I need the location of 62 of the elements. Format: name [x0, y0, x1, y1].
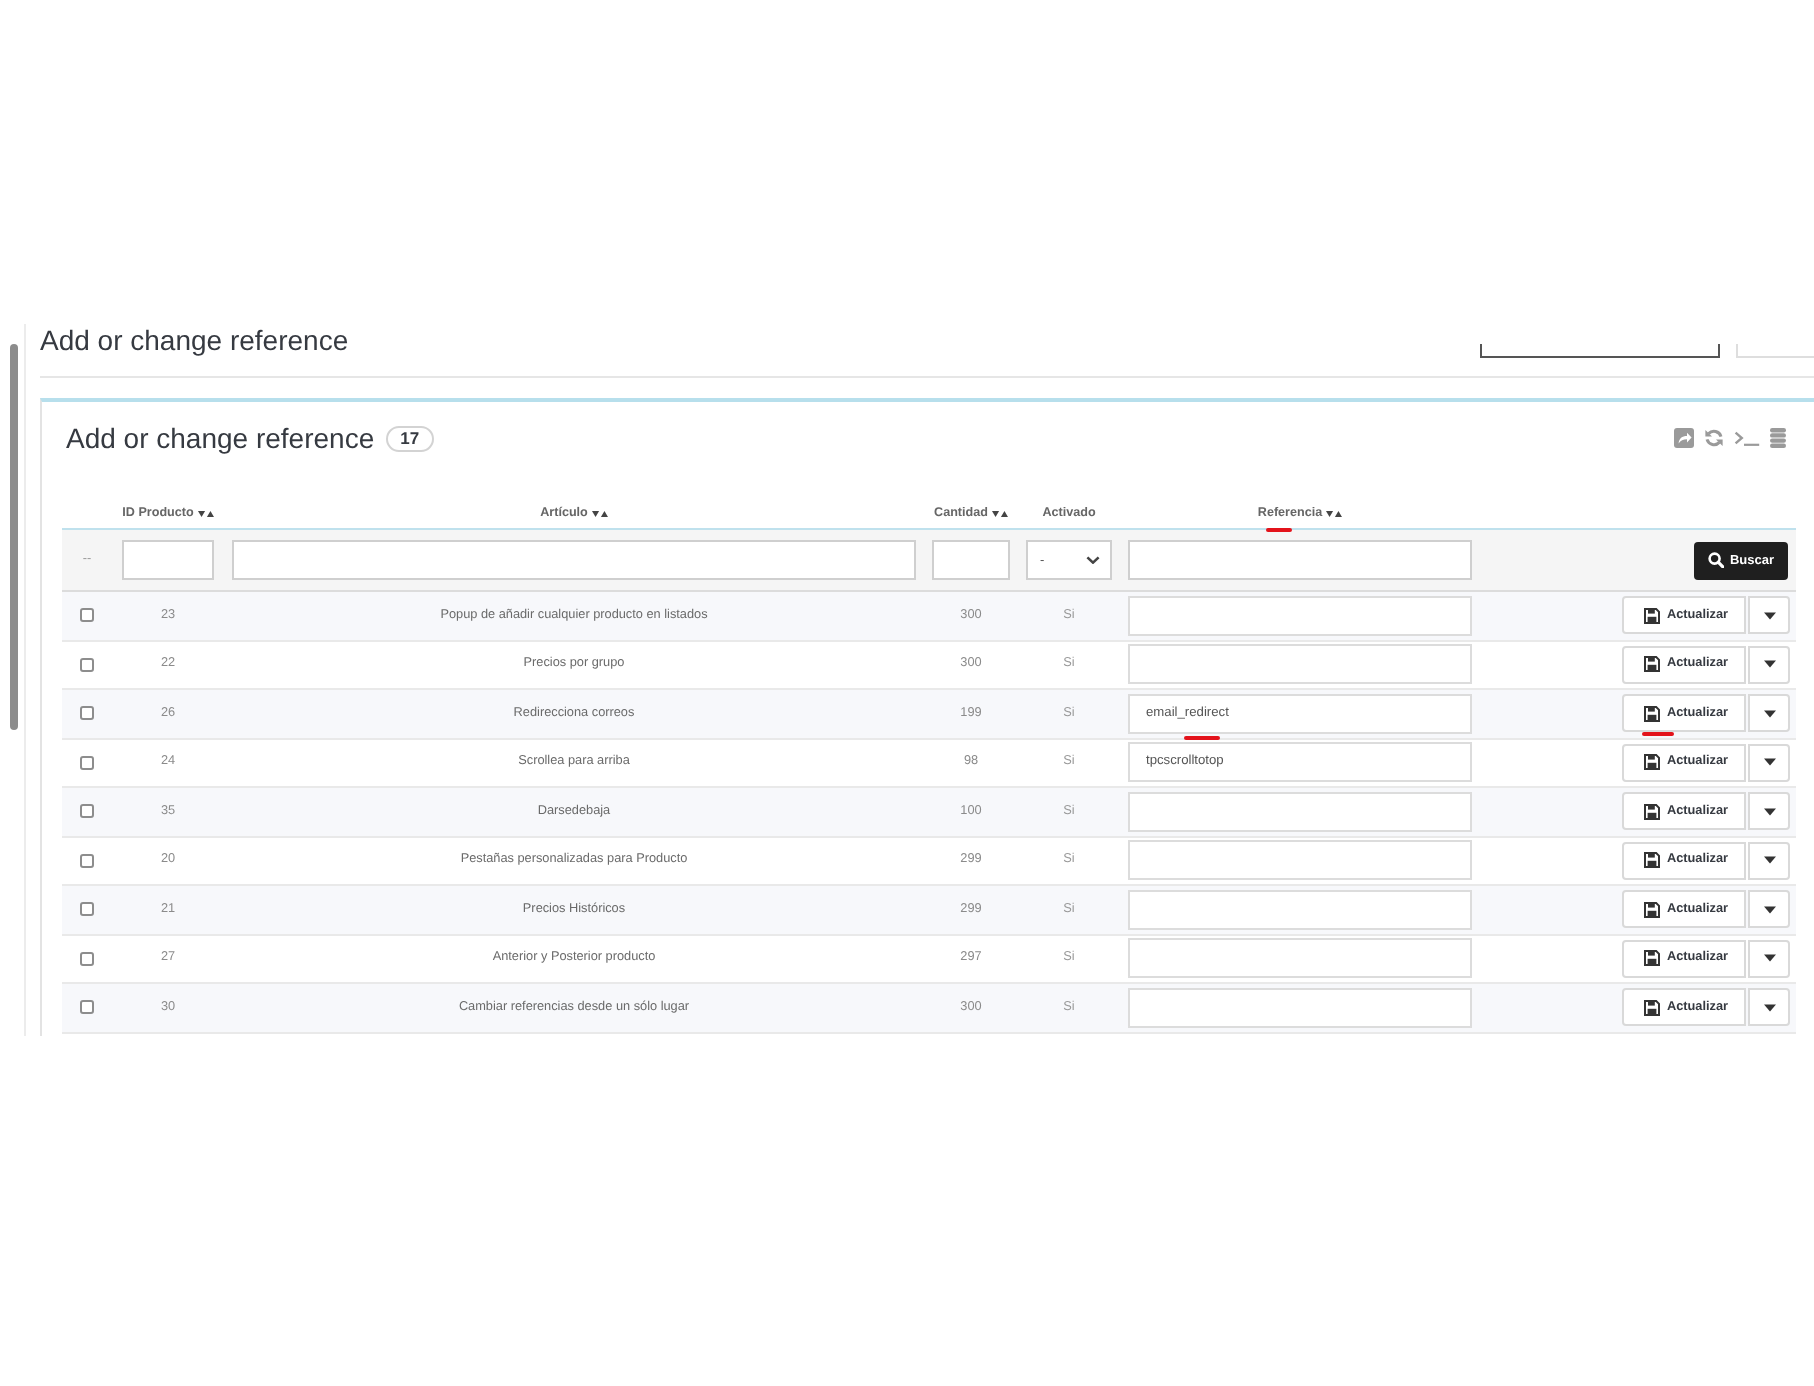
- row-checkbox[interactable]: [80, 804, 94, 819]
- row-checkbox[interactable]: [80, 902, 94, 917]
- filter-field[interactable]: [122, 540, 214, 580]
- scrollbar-thumb[interactable]: [10, 344, 18, 730]
- reference-field[interactable]: [1128, 987, 1472, 1028]
- row-checkbox[interactable]: [80, 1000, 94, 1015]
- panel-title: Add or change reference: [66, 420, 375, 458]
- dropdown-button[interactable]: [1748, 939, 1790, 978]
- reference-field[interactable]: [1128, 889, 1472, 930]
- save-icon: [1644, 656, 1661, 673]
- dropdown-button[interactable]: [1748, 645, 1790, 684]
- caret-icon: [1763, 807, 1775, 816]
- sort-icon[interactable]: [197, 509, 214, 517]
- caret-icon: [1763, 856, 1775, 865]
- sort-icon[interactable]: [991, 509, 1008, 517]
- dropdown-button[interactable]: [1748, 743, 1790, 782]
- caret-icon: [1763, 1003, 1775, 1012]
- reference-field[interactable]: [1128, 644, 1472, 685]
- caret-icon: [1763, 954, 1775, 963]
- row-checkbox[interactable]: [80, 706, 94, 721]
- caret-icon: [1763, 709, 1775, 718]
- save-icon: [1644, 705, 1661, 722]
- caret-icon: [1763, 611, 1775, 620]
- row-checkbox[interactable]: [80, 951, 94, 966]
- dropdown-button[interactable]: [1748, 792, 1790, 831]
- row-checkbox[interactable]: [80, 755, 94, 770]
- save-icon: [1644, 852, 1661, 869]
- reference-field[interactable]: [1128, 595, 1472, 636]
- input-field[interactable]: [1480, 344, 1720, 358]
- caret-icon: [1763, 758, 1775, 767]
- filter-field[interactable]: [1128, 540, 1472, 580]
- row-checkbox[interactable]: [80, 657, 94, 672]
- dropdown-button[interactable]: [1748, 988, 1790, 1027]
- sort-icon[interactable]: [1326, 509, 1343, 517]
- sort-icon[interactable]: [591, 509, 608, 517]
- dropdown-button[interactable]: [1748, 596, 1790, 635]
- filter-field[interactable]: [232, 540, 916, 580]
- count-badge: 17: [386, 425, 434, 451]
- save-icon: [1644, 950, 1661, 967]
- save-icon: [1644, 901, 1661, 918]
- refresh-icon[interactable]: [1704, 428, 1724, 448]
- search-icon: [1707, 552, 1724, 568]
- row-checkbox[interactable]: [80, 853, 94, 868]
- reference-field[interactable]: [1128, 938, 1472, 979]
- caret-icon: [1763, 905, 1775, 914]
- dropdown-button[interactable]: [1748, 890, 1790, 929]
- caret-icon: [1763, 660, 1775, 669]
- chevron-icon: [1086, 556, 1100, 564]
- page-title: Add or change reference: [40, 324, 349, 356]
- row-checkbox[interactable]: [80, 608, 94, 623]
- filter-field[interactable]: [932, 540, 1010, 580]
- save-icon: [1644, 607, 1661, 624]
- dropdown-button[interactable]: [1748, 841, 1790, 880]
- reference-field[interactable]: [1128, 791, 1472, 832]
- reference-field[interactable]: [1128, 840, 1472, 881]
- dropdown-button[interactable]: [1748, 694, 1790, 733]
- save-icon: [1644, 803, 1661, 820]
- save-icon: [1644, 999, 1661, 1016]
- database-icon[interactable]: [1770, 428, 1786, 448]
- terminal-icon[interactable]: [1734, 430, 1760, 446]
- share-icon[interactable]: [1674, 428, 1694, 448]
- save-icon: [1644, 754, 1661, 771]
